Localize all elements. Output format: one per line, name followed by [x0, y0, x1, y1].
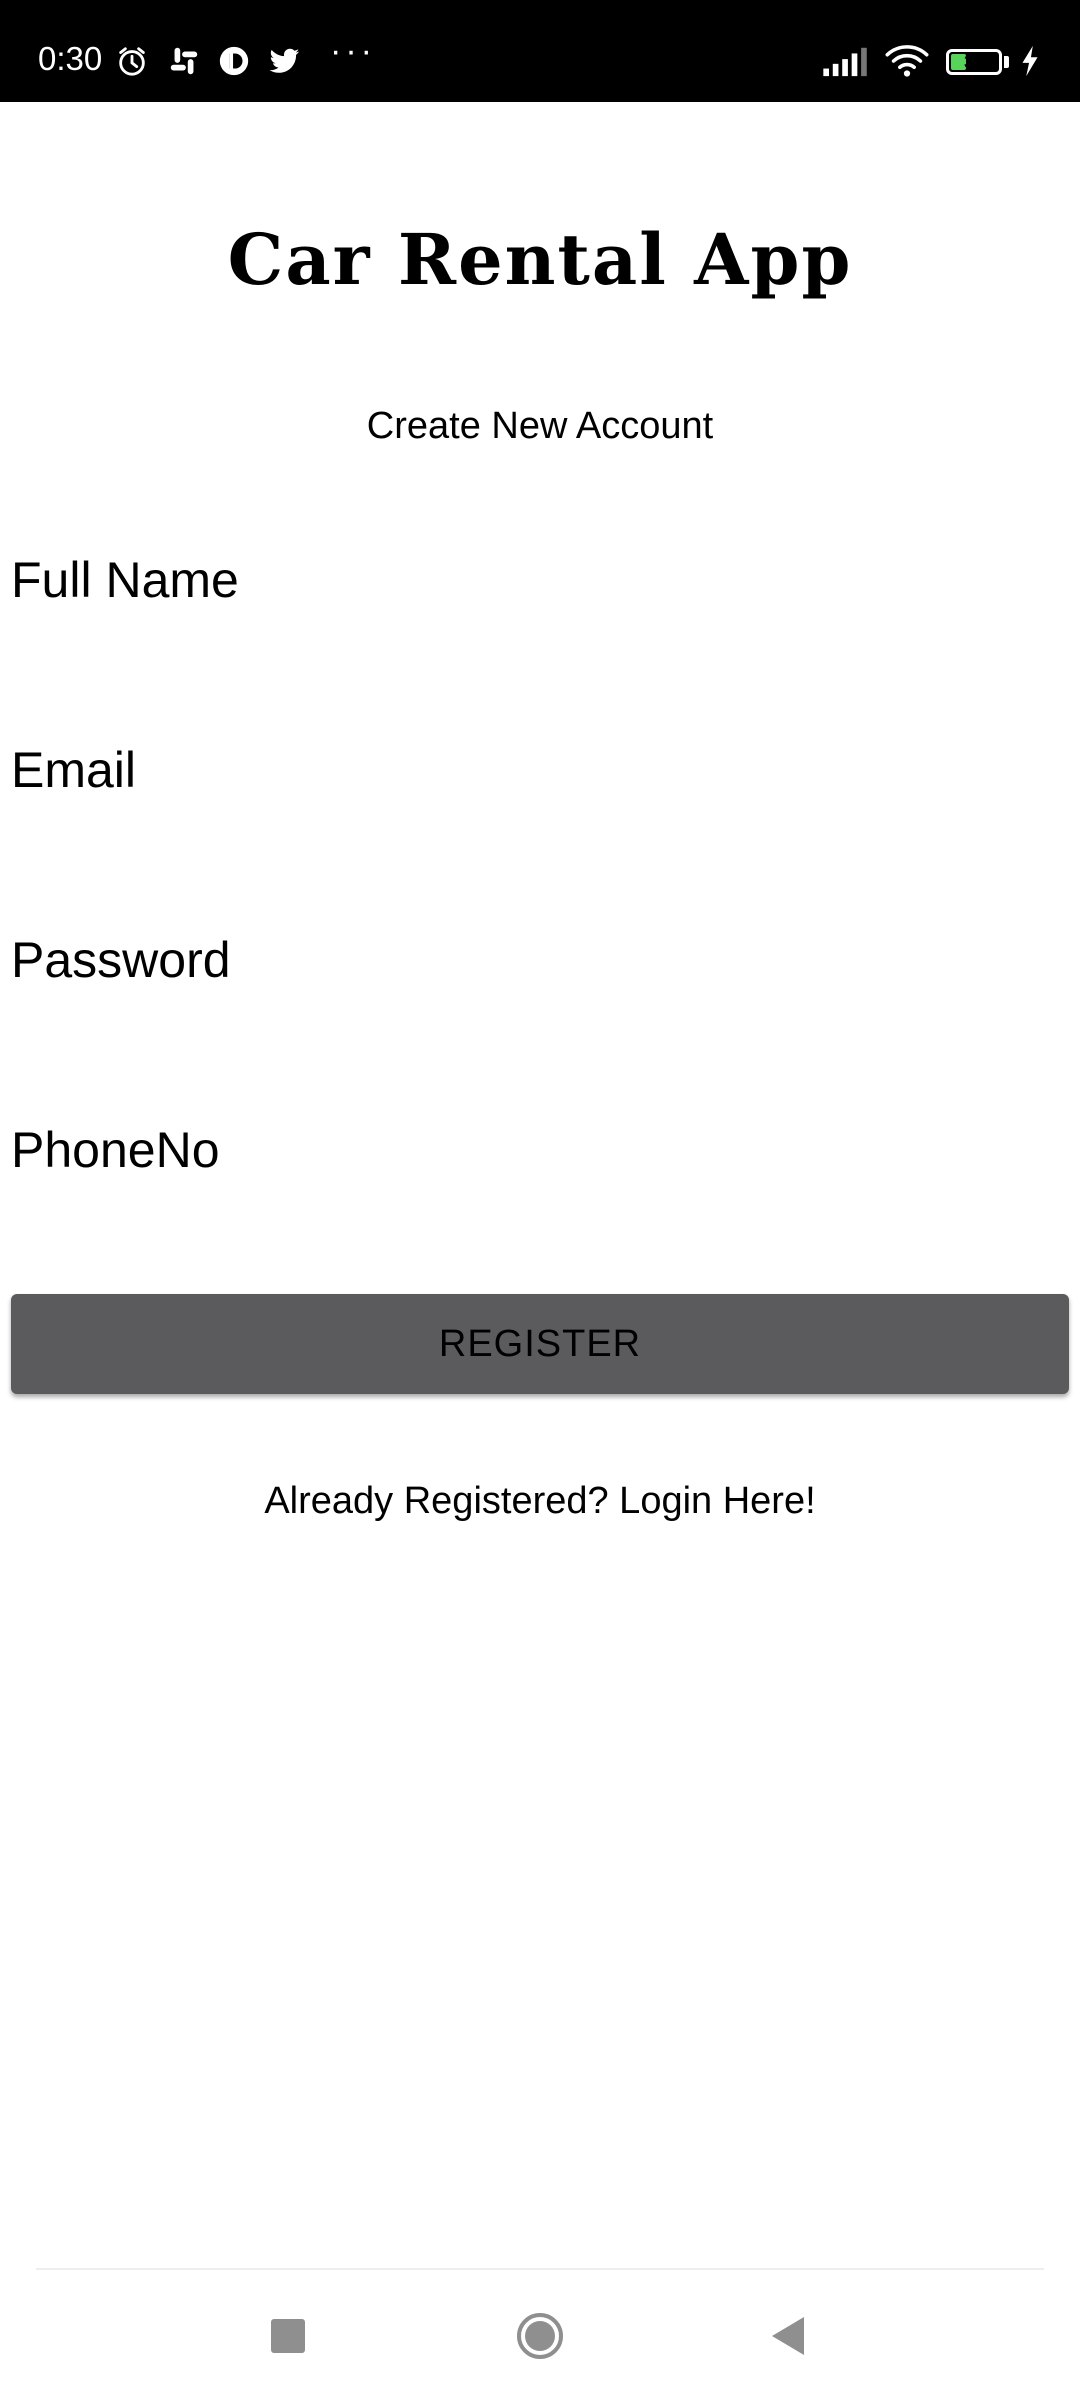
full-name-placeholder: Full Name: [11, 552, 239, 608]
back-button[interactable]: [728, 2300, 848, 2372]
email-field[interactable]: Email: [11, 715, 1069, 825]
full-name-field[interactable]: Full Name: [11, 525, 1069, 635]
wifi-icon: [885, 45, 929, 77]
square-icon: [271, 2319, 305, 2353]
register-button[interactable]: REGISTER: [11, 1294, 1069, 1394]
app-title: Car Rental App: [227, 218, 853, 301]
recent-apps-button[interactable]: [228, 2300, 348, 2372]
phone-number-placeholder: PhoneNo: [11, 1122, 220, 1178]
back-icon: [772, 2317, 804, 2355]
alarm-icon: [119, 47, 145, 76]
status-bar: 0:30 ··· 33: [0, 0, 1080, 102]
email-placeholder: Email: [11, 742, 137, 798]
login-link[interactable]: Already Registered? Login Here!: [0, 1480, 1080, 1523]
charging-icon: [1022, 45, 1038, 77]
home-button[interactable]: [480, 2300, 600, 2372]
app-icon: [219, 46, 249, 76]
more-notifications-icon: ···: [330, 32, 376, 70]
page-subtitle: Create New Account: [366, 405, 714, 447]
password-field[interactable]: Password: [11, 905, 1069, 1015]
nav-divider: [36, 2268, 1044, 2270]
signal-icon: [823, 47, 867, 77]
twitter-icon: [269, 48, 300, 73]
slack-icon: [170, 47, 198, 75]
home-icon: [517, 2313, 563, 2359]
battery-level-text: 33: [963, 52, 985, 72]
status-time: 0:30: [38, 40, 103, 77]
password-placeholder: Password: [11, 932, 231, 988]
battery-cap: [1004, 56, 1009, 68]
phone-number-field[interactable]: PhoneNo: [11, 1095, 1069, 1205]
